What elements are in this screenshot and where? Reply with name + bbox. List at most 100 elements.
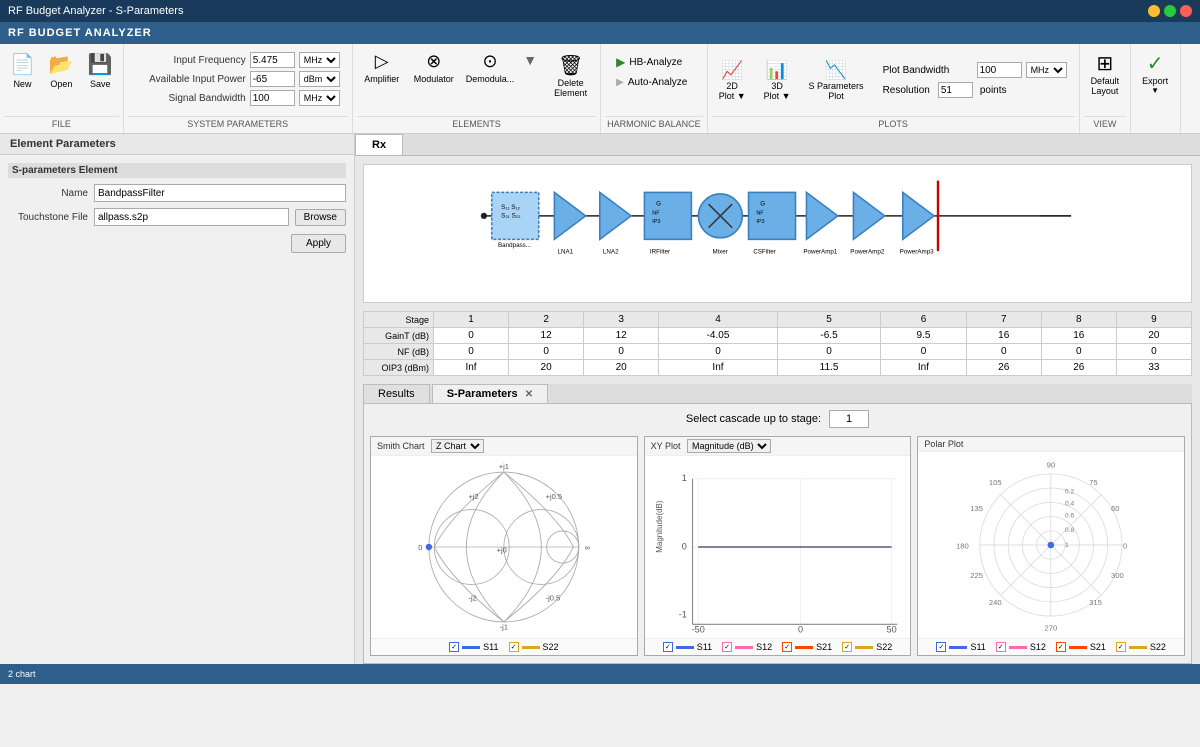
xy-s12-checkbox[interactable]: ✓ xyxy=(722,642,732,652)
svg-text:0.4: 0.4 xyxy=(1065,501,1074,508)
table-cell: 11.5 xyxy=(777,360,880,376)
xy-chart-svg: 1 0 -1 Magnitude(dB) -50 0 50 xyxy=(645,456,911,638)
s22-checkbox[interactable]: ✓ xyxy=(509,642,519,652)
maximize-button[interactable] xyxy=(1164,5,1176,17)
input-freq-input[interactable] xyxy=(250,52,295,68)
xy-s21-checkbox[interactable]: ✓ xyxy=(782,642,792,652)
svg-text:0: 0 xyxy=(418,543,422,552)
close-button[interactable] xyxy=(1180,5,1192,17)
view-label: VIEW xyxy=(1084,116,1127,131)
smith-chart-inner: +j1 -j1 0 ∞ +j0.5 -j0.5 +j2 -j2 +j0 xyxy=(371,456,637,638)
svg-text:315: 315 xyxy=(1089,598,1102,607)
polar-s12-checkbox[interactable]: ✓ xyxy=(996,642,1006,652)
touchstone-row: Touchstone File Browse xyxy=(8,208,346,226)
polar-s11-color xyxy=(949,646,967,649)
stage-selector-input[interactable] xyxy=(829,410,869,428)
s-parameters-tab[interactable]: S-Parameters ✕ xyxy=(432,384,548,403)
results-tab[interactable]: Results xyxy=(363,384,430,403)
delete-element-button[interactable]: 🗑 DeleteElement xyxy=(545,48,596,103)
plots-group: 📈 2D Plot ▼ 📊 3D Plot ▼ 📉 S Parameters P… xyxy=(708,44,1080,133)
svg-text:0: 0 xyxy=(798,624,803,634)
polar-s11-checkbox[interactable]: ✓ xyxy=(936,642,946,652)
svg-text:-j0.5: -j0.5 xyxy=(546,594,561,603)
svg-text:IRFilter: IRFilter xyxy=(650,248,670,255)
polar-s21-checkbox[interactable]: ✓ xyxy=(1056,642,1066,652)
svg-text:240: 240 xyxy=(989,598,1002,607)
touchstone-input[interactable] xyxy=(94,208,289,226)
plot-2d-button[interactable]: 📈 2D Plot ▼ xyxy=(712,57,753,104)
input-freq-unit-select[interactable]: MHz xyxy=(299,52,340,68)
elements-more-arrow[interactable]: ▼ xyxy=(521,48,539,72)
xy-plot-title: XY Plot Magnitude (dB) xyxy=(645,437,911,456)
stage-6-header: 6 xyxy=(881,312,966,328)
element-params-tab[interactable]: Element Parameters xyxy=(0,134,354,155)
svg-text:LNA1: LNA1 xyxy=(558,248,574,255)
modulator-button[interactable]: ⊗ Modulator xyxy=(409,48,459,87)
resolution-input[interactable] xyxy=(938,82,973,98)
export-button[interactable]: ✓ Export ▼ xyxy=(1135,48,1175,98)
s11-checkbox[interactable]: ✓ xyxy=(449,642,459,652)
demodulator-button[interactable]: ⊙ Demodula... xyxy=(461,48,520,87)
s-parameters-tab-close[interactable]: ✕ xyxy=(525,389,533,400)
table-cell: 0 xyxy=(509,344,584,360)
new-button[interactable]: 📄 New xyxy=(4,48,41,93)
hb-analyze-button[interactable]: ▶ HB-Analyze xyxy=(609,52,694,72)
amplifier-button[interactable]: ▷ Amplifier xyxy=(357,48,407,87)
svg-text:+j0.5: +j0.5 xyxy=(546,492,562,501)
table-row-header: OIP3 (dBm) xyxy=(364,360,434,376)
plot-3d-button[interactable]: 📊 3D Plot ▼ xyxy=(757,57,798,104)
svg-text:225: 225 xyxy=(971,571,984,580)
polar-s22-color xyxy=(1129,646,1147,649)
rx-tab[interactable]: Rx xyxy=(355,134,403,155)
elements-label: ELEMENTS xyxy=(357,116,596,131)
open-button[interactable]: 📂 Open xyxy=(43,48,80,93)
harmonic-balance-group: ▶ HB-Analyze ▶ Auto-Analyze HARMONIC BAL… xyxy=(601,44,708,133)
diagram-svg: S₁₁ S₁₂ S₂₁ S₂₂ Bandpass... LNA1 LNA2 G … xyxy=(364,165,1191,302)
xy-s21-color xyxy=(795,646,813,649)
amplifier-icon: ▷ xyxy=(375,51,389,72)
avail-power-input[interactable] xyxy=(250,71,295,87)
smith-chart-legend: ✓ S11 ✓ S22 xyxy=(371,638,637,655)
stage-table: Stage 1 2 3 4 5 6 7 8 9 GainT (dB)01212-… xyxy=(363,311,1192,376)
minimize-button[interactable] xyxy=(1148,5,1160,17)
sig-bw-unit-select[interactable]: MHz xyxy=(299,90,340,106)
touchstone-label: Touchstone File xyxy=(8,212,88,223)
bw-input[interactable] xyxy=(977,62,1022,78)
save-button[interactable]: 💾 Save xyxy=(82,48,119,93)
polar-s22-checkbox[interactable]: ✓ xyxy=(1116,642,1126,652)
svg-text:105: 105 xyxy=(989,478,1002,487)
main-content: Rx S₁₁ S₁₂ S₂₁ S₂₂ Bandpass... LNA1 xyxy=(355,134,1200,664)
browse-button[interactable]: Browse xyxy=(295,209,346,226)
xy-plot-legend: ✓ S11 ✓ S12 ✓ xyxy=(645,638,911,655)
content-tabs: Rx xyxy=(355,134,1200,156)
svg-text:0.6: 0.6 xyxy=(1065,513,1074,520)
xy-s11-color xyxy=(676,646,694,649)
svg-text:∞: ∞ xyxy=(585,543,590,552)
delete-icon: 🗑 xyxy=(558,53,583,78)
svg-text:0: 0 xyxy=(681,541,686,551)
auto-analyze-button[interactable]: ▶ Auto-Analyze xyxy=(609,74,694,91)
xy-s22-checkbox[interactable]: ✓ xyxy=(842,642,852,652)
block-diagram: S₁₁ S₁₂ S₂₁ S₂₂ Bandpass... LNA1 LNA2 G … xyxy=(363,164,1192,303)
default-layout-button[interactable]: ⊞ Default Layout xyxy=(1084,48,1127,99)
window-controls[interactable] xyxy=(1148,5,1192,17)
xy-s21-item: ✓ S21 xyxy=(782,642,832,652)
smith-chart-panel: Smith Chart Z Chart xyxy=(370,436,638,656)
xy-s11-checkbox[interactable]: ✓ xyxy=(663,642,673,652)
xy-metric-select[interactable]: Magnitude (dB) xyxy=(687,439,771,453)
demodulator-icon: ⊙ xyxy=(482,51,497,72)
smith-chart-type-select[interactable]: Z Chart xyxy=(431,439,484,453)
svg-text:+j0: +j0 xyxy=(497,545,507,554)
svg-text:G: G xyxy=(760,201,765,208)
table-cell: 0 xyxy=(434,328,509,344)
bw-unit-select[interactable]: MHz xyxy=(1026,62,1067,78)
sig-bw-input[interactable] xyxy=(250,90,295,106)
s-params-plot-button[interactable]: 📉 S Parameters Plot xyxy=(802,57,871,104)
stage-selector-label: Select cascade up to stage: xyxy=(686,413,821,425)
apply-button[interactable]: Apply xyxy=(291,234,346,253)
polar-s22-item: ✓ S22 xyxy=(1116,642,1166,652)
name-input[interactable] xyxy=(94,184,346,202)
avail-power-unit-select[interactable]: dBm xyxy=(299,71,340,87)
name-label: Name xyxy=(8,188,88,199)
svg-text:0.8: 0.8 xyxy=(1065,527,1074,534)
